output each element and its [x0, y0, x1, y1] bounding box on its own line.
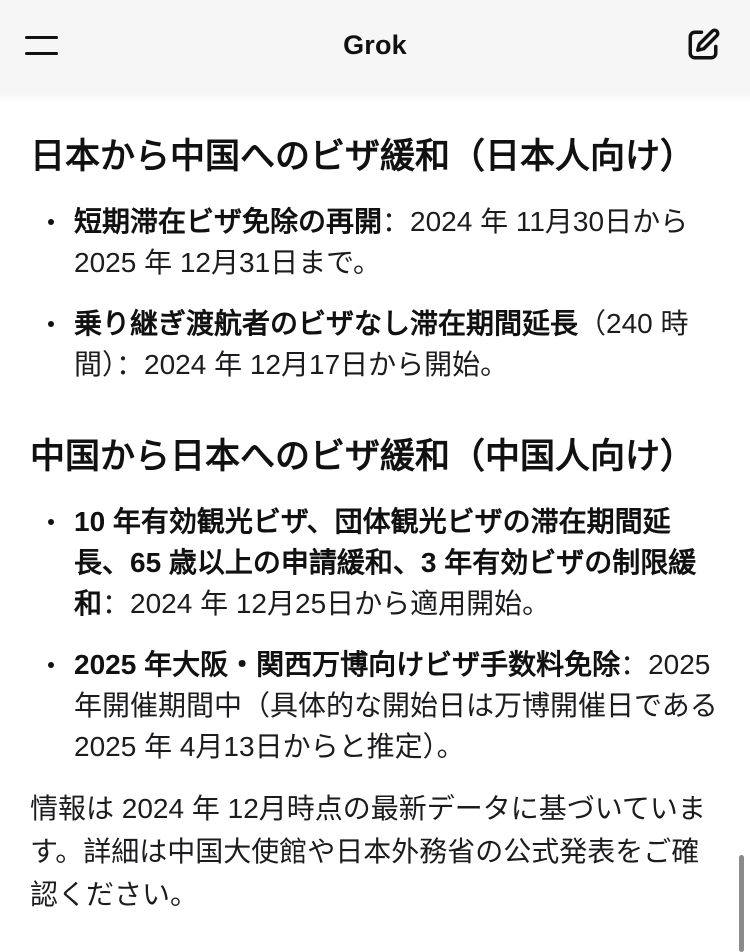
- bullet-dot: [48, 662, 54, 668]
- top-bar: Grok: [0, 0, 750, 92]
- edit-icon: [688, 28, 720, 60]
- footnote-paragraph: 情報は 2024 年 12月時点の最新データに基づいています。詳細は中国大使館や…: [30, 793, 706, 910]
- bullet-dot: [48, 219, 54, 225]
- list-item: 2025 年大阪・関西万博向けビザ手数料免除：2025 年開催期間中（具体的な開…: [30, 644, 720, 767]
- bullet-dot: [48, 321, 54, 327]
- list-item: 乗り継ぎ渡航者のビザなし滞在期間延長（240 時間）：2024 年 12月17日…: [30, 303, 720, 385]
- app-screen: Grok 日本から中国へのビザ緩和（日本人向け） 短期滞在ビザ免除の再開：202…: [0, 0, 750, 952]
- item-label: 2025 年大阪・関西万博向けビザ手数料免除: [74, 649, 621, 680]
- item-label: 乗り継ぎ渡航者のビザなし滞在期間延長: [74, 308, 579, 339]
- list-item: 10 年有効観光ビザ、団体観光ビザの滞在期間延長、65 歳以上の申請緩和、3 年…: [30, 501, 720, 624]
- scrollbar-thumb[interactable]: [739, 855, 744, 952]
- new-chat-button[interactable]: [682, 24, 724, 66]
- bullet-list: 短期滞在ビザ免除の再開：2024 年 11月30日から 2025 年 12月31…: [30, 201, 720, 385]
- section-heading: 中国から日本へのビザ緩和（中国人向け）: [30, 437, 696, 476]
- list-item: 短期滞在ビザ免除の再開：2024 年 11月30日から 2025 年 12月31…: [30, 201, 720, 283]
- scrollbar-track: [738, 92, 746, 952]
- bullet-dot: [48, 519, 54, 525]
- assistant-response: 日本から中国へのビザ緩和（日本人向け） 短期滞在ビザ免除の再開：2024 年 1…: [0, 92, 750, 916]
- bullet-list: 10 年有効観光ビザ、団体観光ビザの滞在期間延長、65 歳以上の申請緩和、3 年…: [30, 501, 720, 767]
- item-label: 短期滞在ビザ免除の再開: [74, 206, 383, 237]
- item-detail: ：2024 年 12月25日から適用開始。: [102, 588, 551, 619]
- app-title: Grok: [343, 30, 407, 60]
- section-heading: 日本から中国へのビザ緩和（日本人向け）: [30, 137, 696, 176]
- chat-scroll-area[interactable]: 日本から中国へのビザ緩和（日本人向け） 短期滞在ビザ免除の再開：2024 年 1…: [0, 92, 750, 952]
